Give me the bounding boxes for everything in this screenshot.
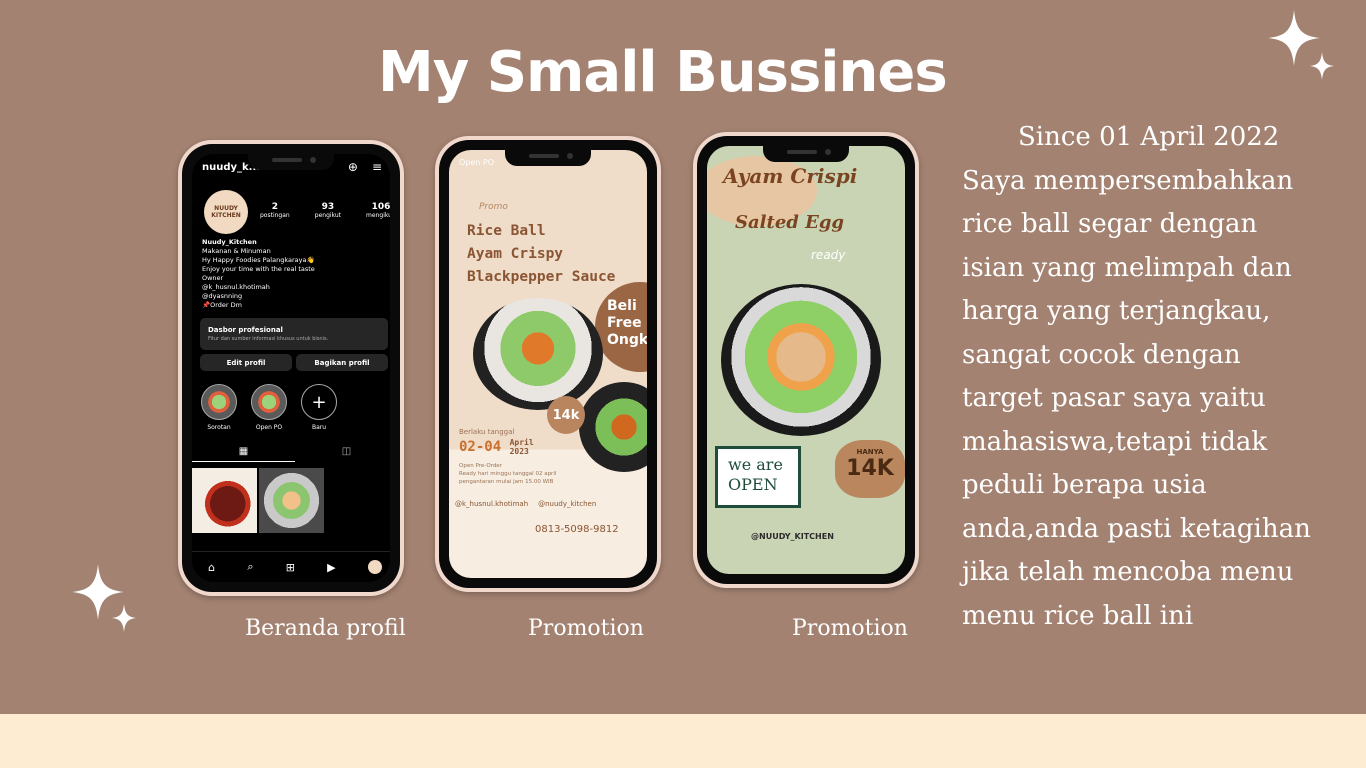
description-line: Saya mempersembahkan	[962, 165, 1294, 196]
highlight-item[interactable]: Open PO	[250, 384, 288, 431]
phone-mockup-profile: nuudy_k... ⊕ ≡ NUUDY KITCHEN 2 postingan …	[178, 140, 404, 596]
share-profile-button[interactable]: Bagikan profil	[296, 354, 388, 371]
bio-link[interactable]: @dyasnning	[202, 292, 382, 301]
promotion-poster-1: Open PO Promo Rice Ball Ayam Crispy Blac…	[449, 150, 647, 578]
caption-promotion-1: Promotion	[528, 616, 644, 641]
description-line: anda,anda pasti ketagihan	[962, 513, 1311, 544]
grid-tab-icon[interactable]: ▦	[192, 446, 295, 462]
bio-line: 📌Order Dm	[202, 301, 242, 309]
profile-bio: Nuudy_Kitchen Makanan & Minuman Hy Happy…	[202, 238, 382, 310]
description-line: sangat cocok dengan	[962, 339, 1241, 370]
free-shipping-badge: Beli Free Ongk	[595, 282, 647, 372]
sparkle-icon	[72, 564, 136, 632]
promo-info: Open Pre-Order Ready hari minggu tanggal…	[459, 463, 557, 485]
new-highlight-button[interactable]: + Baru	[300, 384, 338, 431]
stat-followers[interactable]: 93 pengikut	[315, 202, 341, 219]
bio-line: Hy Happy Foodies Palangkaraya👋	[202, 256, 315, 264]
date-label: Berlaku tanggal	[459, 428, 515, 436]
rice-ball-bowl-image	[473, 298, 603, 410]
reels-icon[interactable]: ▶	[327, 561, 335, 574]
price-badge: HANYA 14K	[835, 440, 905, 498]
post-thumbnail[interactable]	[192, 468, 257, 533]
promo-socials: @k_husnul.khotimah @nuudy_kitchen	[455, 500, 597, 508]
description-line: peduli berapa usia	[962, 470, 1207, 500]
bio-line: Makanan & Minuman	[202, 247, 271, 255]
post-thumbnail[interactable]	[259, 468, 324, 533]
since-date: Since 01 April 2022	[1018, 122, 1280, 152]
footer-band	[0, 714, 1366, 768]
menu-icon[interactable]: ≡	[372, 160, 382, 174]
description-line: isian yang melimpah dan	[962, 252, 1292, 283]
bio-line: Owner	[202, 274, 224, 282]
open-sign: we are OPEN	[715, 446, 801, 508]
description-line: harga yang terjangkau,	[962, 296, 1271, 326]
professional-dashboard[interactable]: Dasbor profesional Fitur dan sumber info…	[200, 318, 388, 350]
description-line: mahasiswa,tetapi tidak	[962, 426, 1268, 457]
profile-name: Nuudy_Kitchen	[202, 238, 257, 246]
salted-egg-bowl-image	[721, 284, 881, 436]
business-description: Since 01 April 2022 Saya mempersembahkan…	[962, 116, 1358, 638]
phone-mockup-promotion-1: Open PO Promo Rice Ball Ayam Crispy Blac…	[435, 136, 661, 592]
ready-text: ready	[811, 248, 846, 262]
profile-stats: 2postingan 93pengikut 106mengikuti	[260, 202, 390, 219]
bio-line: Enjoy your time with the real taste	[202, 265, 315, 273]
create-icon[interactable]: ⊞	[286, 561, 295, 574]
caption-promotion-2: Promotion	[792, 616, 908, 641]
description-line: target pasar saya yaitu	[962, 383, 1266, 413]
price-badge: 14k	[547, 396, 585, 434]
stat-following[interactable]: 106mengikuti	[366, 202, 390, 219]
instagram-profile-screen: nuudy_k... ⊕ ≡ NUUDY KITCHEN 2 postingan …	[192, 154, 390, 582]
description-line: jika telah mencoba menu	[962, 557, 1294, 587]
promo-subheadline: Salted Egg	[735, 212, 845, 233]
tagged-tab-icon[interactable]: ◫	[295, 446, 390, 462]
stat-posts[interactable]: 2 postingan	[260, 202, 290, 219]
avatar[interactable]: NUUDY KITCHEN	[204, 190, 248, 234]
sparkle-icon	[1268, 10, 1334, 80]
promo-headline: Ayam Crispi	[723, 164, 858, 188]
story-header: Open PO	[459, 158, 495, 167]
caption-profile: Beranda profil	[245, 616, 406, 641]
search-icon[interactable]: ⌕	[247, 560, 253, 574]
plus-icon: +	[301, 384, 337, 420]
profile-icon[interactable]	[367, 560, 382, 574]
phone-mockup-promotion-2: Ayam Crispi Salted Egg ready we are OPEN…	[693, 132, 919, 588]
bottom-nav: ⌂ ⌕ ⊞ ▶	[192, 551, 390, 582]
edit-profile-button[interactable]: Edit profil	[200, 354, 292, 371]
promotion-poster-2: Ayam Crispi Salted Egg ready we are OPEN…	[707, 146, 905, 574]
highlight-item[interactable]: Sorotan	[200, 384, 238, 431]
promo-handle: @NUUDY_KITCHEN	[751, 532, 834, 541]
promo-date: 02-04 April 2023	[459, 438, 534, 456]
bio-link[interactable]: @k_husnul.khotimah	[202, 283, 382, 292]
add-post-icon[interactable]: ⊕	[348, 160, 358, 174]
description-line: menu rice ball ini	[962, 600, 1194, 631]
promo-headline: Rice Ball Ayam Crispy Blackpepper Sauce	[467, 223, 616, 285]
rice-ball-bowl-image	[579, 382, 647, 472]
promo-tag: Promo	[479, 202, 508, 212]
phone-number: 0813-5098-9812	[535, 524, 619, 535]
home-icon[interactable]: ⌂	[208, 561, 215, 574]
description-line: rice ball segar dengan	[962, 209, 1258, 239]
page-title: My Small Bussines	[378, 40, 948, 105]
